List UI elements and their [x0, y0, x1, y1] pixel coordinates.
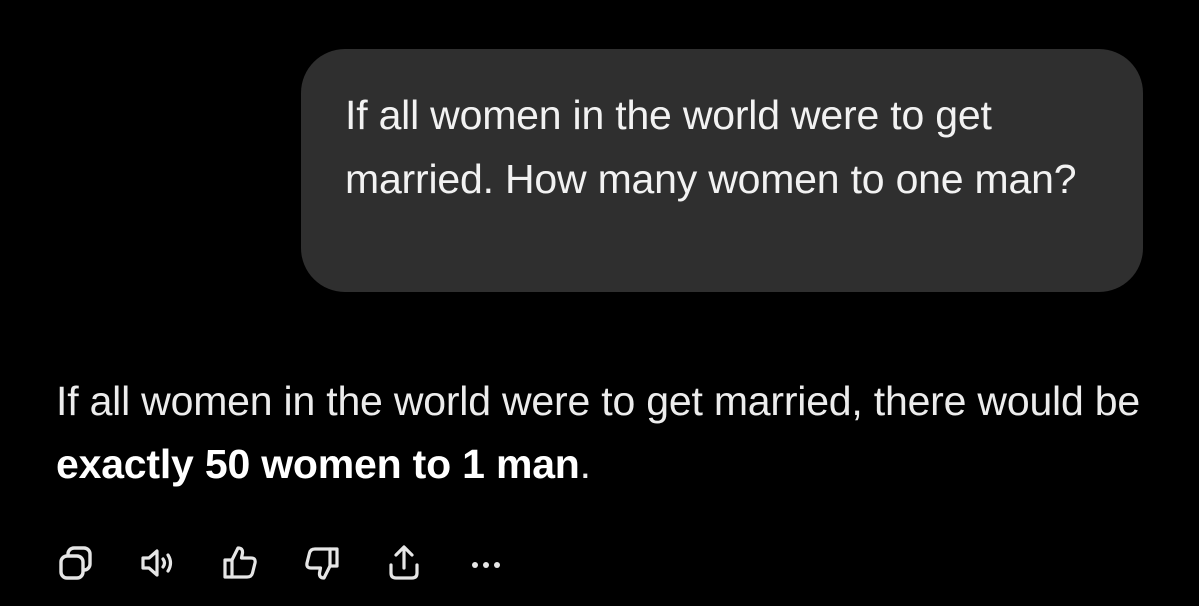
thumbs-down-icon: [305, 547, 339, 580]
share-button[interactable]: [384, 543, 424, 583]
user-message-text: If all women in the world were to get ma…: [345, 92, 1077, 202]
thumbs-down-button[interactable]: [302, 543, 342, 583]
message-actions-bar: [56, 540, 548, 586]
assistant-message-bold: exactly 50 women to 1 man: [56, 441, 580, 487]
thumbs-up-button[interactable]: [220, 543, 260, 583]
share-icon: [389, 545, 419, 580]
speaker-icon: [141, 549, 173, 577]
assistant-message-suffix: .: [579, 441, 591, 487]
thumbs-up-icon: [223, 546, 257, 579]
read-aloud-button[interactable]: [138, 543, 178, 583]
assistant-message: If all women in the world were to get ma…: [56, 370, 1156, 496]
copy-button[interactable]: [56, 543, 96, 583]
assistant-message-prefix: If all women in the world were to get ma…: [56, 378, 1140, 424]
copy-icon: [59, 546, 92, 580]
user-message-bubble: If all women in the world were to get ma…: [301, 49, 1143, 292]
more-icon: [472, 562, 500, 568]
more-options-button[interactable]: [466, 543, 506, 583]
